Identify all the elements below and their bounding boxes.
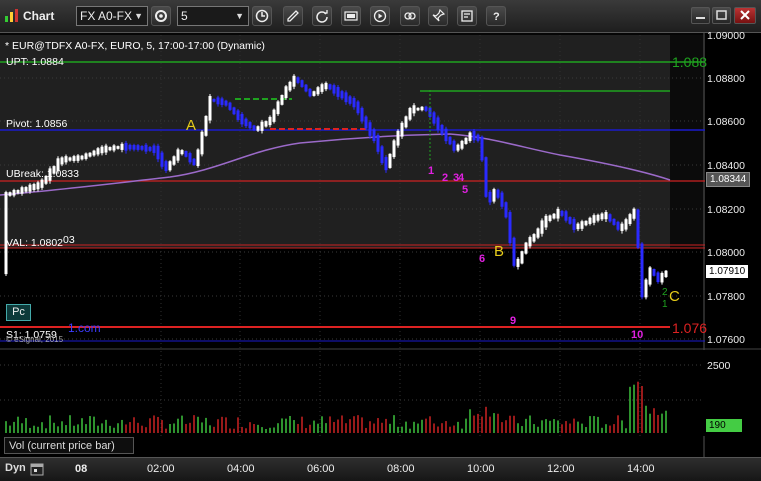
count-label: 1 bbox=[428, 165, 435, 177]
time-axis-label: 04:00 bbox=[227, 463, 255, 475]
price-axis-label: 1.07600 bbox=[707, 334, 745, 346]
price-axis-label: 1.08600 bbox=[707, 116, 745, 128]
price-axis-label: 1.08000 bbox=[707, 247, 745, 259]
chart-legend: * EUR@TDFX A0-FX, EURO, 5, 17:00-17:00 (… bbox=[5, 40, 265, 52]
price-axis-label: 1.09000 bbox=[707, 30, 745, 42]
ubreak-level-label: UBreak: 1.0833 bbox=[6, 168, 79, 180]
volume-badge: 190 bbox=[706, 419, 742, 432]
s1-overlay-text: 1.com bbox=[68, 321, 101, 335]
val-level-suffix: 03 bbox=[63, 234, 75, 246]
price-axis-label: 1.08200 bbox=[707, 204, 745, 216]
count-label: 2 bbox=[442, 172, 449, 184]
price-axis-label: 1.07800 bbox=[707, 291, 745, 303]
pc-button[interactable]: Pc bbox=[6, 304, 31, 321]
green-count-label: 1 bbox=[662, 299, 668, 310]
count-label: 4 bbox=[458, 172, 465, 184]
val-level-label: VAL: 1.080203 bbox=[6, 234, 75, 249]
count-label: 6 bbox=[479, 253, 486, 265]
time-axis-label: 08 bbox=[75, 463, 88, 475]
calendar-icon[interactable] bbox=[30, 462, 44, 476]
val-level-value: VAL: 1.0802 bbox=[6, 237, 64, 249]
green-count-label: 2 bbox=[662, 287, 668, 298]
copyright-text: © eSignal, 2015 bbox=[6, 335, 64, 344]
pivot-level-label: Pivot: 1.0856 bbox=[6, 118, 68, 130]
time-axis-label: 14:00 bbox=[627, 463, 655, 475]
volume-axis-label: 2500 bbox=[707, 360, 731, 372]
s1-right-label: 1.076 bbox=[672, 320, 708, 336]
count-label: 10 bbox=[631, 329, 644, 341]
time-axis-label: 12:00 bbox=[547, 463, 575, 475]
price-axis-label: 1.08400 bbox=[707, 160, 745, 172]
count-label: 9 bbox=[510, 315, 517, 327]
price-axis-label: 1.08800 bbox=[707, 73, 745, 85]
current-price-badge: 1.07910 bbox=[706, 265, 749, 278]
upt-level-label: UPT: 1.0884 bbox=[6, 56, 64, 68]
time-axis-label: 10:00 bbox=[467, 463, 495, 475]
wave-label-b: B bbox=[494, 243, 505, 260]
time-axis-label: 06:00 bbox=[307, 463, 335, 475]
ubreak-price-badge: 1.08344 bbox=[706, 172, 751, 187]
volume-panel-label: Vol (current price bar) bbox=[4, 437, 134, 454]
wave-label-a: A bbox=[186, 117, 197, 134]
upt-right-label: 1.088 bbox=[672, 54, 708, 70]
dynamic-toggle-label[interactable]: Dyn bbox=[5, 462, 26, 474]
wave-label-c: C bbox=[669, 288, 680, 305]
time-axis-label: 02:00 bbox=[147, 463, 175, 475]
count-label: 5 bbox=[462, 184, 469, 196]
time-axis-bar: Dyn 08 02:00 04:00 06:00 08:00 10:00 12:… bbox=[0, 457, 761, 481]
time-axis-label: 08:00 bbox=[387, 463, 415, 475]
price-chart[interactable] bbox=[0, 0, 761, 481]
